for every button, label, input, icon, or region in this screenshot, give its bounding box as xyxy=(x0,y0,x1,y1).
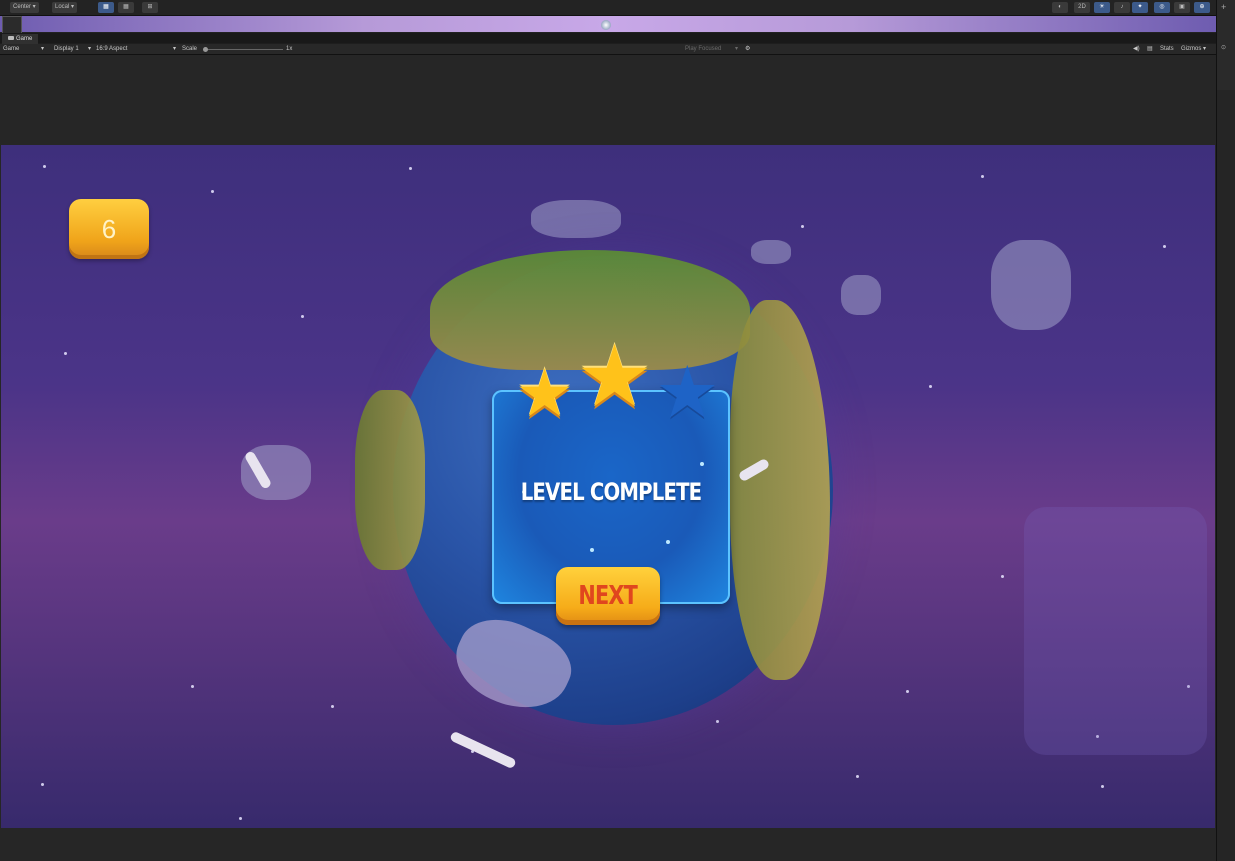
background-star xyxy=(906,690,909,693)
level-complete-title: LEVEL COMPLETE xyxy=(520,478,702,506)
effects-icon[interactable]: ✦ xyxy=(1132,2,1148,13)
background-star xyxy=(41,783,44,786)
scale-label: Scale xyxy=(182,46,198,52)
view-2d-toggle[interactable]: 2D xyxy=(1074,2,1090,13)
sparkle xyxy=(666,540,670,544)
background-star xyxy=(64,352,67,355)
background-star xyxy=(1001,575,1004,578)
background-star xyxy=(409,167,412,170)
background-star xyxy=(331,705,334,708)
pivot-rotation-dropdown[interactable]: Local ▾ xyxy=(52,2,78,13)
play-mode-dropdown[interactable]: Play Focused xyxy=(685,44,721,55)
shading-mode-icon[interactable]: ◐ xyxy=(1052,2,1068,13)
background-star xyxy=(43,165,46,168)
background-star xyxy=(191,685,194,688)
background-star xyxy=(856,775,859,778)
cloud xyxy=(841,275,881,315)
background-star xyxy=(1101,785,1104,788)
background-star xyxy=(929,385,932,388)
scale-slider-handle[interactable] xyxy=(203,47,208,52)
cloud xyxy=(991,240,1071,330)
camera-icon[interactable]: ▣ xyxy=(1174,2,1190,13)
rating-star-empty-icon: ★ xyxy=(655,353,720,433)
cloud xyxy=(531,200,621,238)
rating-star-icon: ★ xyxy=(576,329,654,425)
faded-background-panel xyxy=(1024,507,1207,755)
scene-thumbnail[interactable] xyxy=(2,16,22,34)
game-controller-icon xyxy=(8,36,14,41)
scale-slider-track[interactable] xyxy=(207,49,283,50)
hidden-objects-icon[interactable]: ◎ xyxy=(1154,2,1170,13)
next-button[interactable]: NEXT xyxy=(556,567,660,625)
scene-toolbar: Center ▾ Local ▾ ▦ ▦ ⊞ ◐ 2D ☀ ♪ ✦ ◎ ▣ ⊕ xyxy=(0,0,1235,16)
right-dock-panel: + ⊙ xyxy=(1216,0,1235,861)
audio-icon[interactable]: ♪ xyxy=(1114,2,1130,13)
background-star xyxy=(981,175,984,178)
ruler-icon[interactable]: ⊞ xyxy=(142,2,158,13)
background-star xyxy=(301,315,304,318)
scene-view-strip xyxy=(0,16,1216,33)
chevron-down-icon: ▾ xyxy=(735,46,739,52)
planet-landmass xyxy=(355,390,425,570)
chevron-down-icon: ▾ xyxy=(41,46,45,52)
cloud xyxy=(751,240,791,264)
scene-orientation-gizmo[interactable] xyxy=(601,20,611,30)
pivot-mode-dropdown[interactable]: Center ▾ xyxy=(10,2,39,13)
background-star xyxy=(716,720,719,723)
view-type-dropdown[interactable]: Game xyxy=(3,44,19,55)
rating-star-icon: ★ xyxy=(515,356,575,430)
tab-bar xyxy=(0,33,1216,43)
stats-icon[interactable]: ▤ xyxy=(1147,44,1153,55)
scale-value: 1x xyxy=(286,46,293,52)
unity-editor-window: Center ▾ Local ▾ ▦ ▦ ⊞ ◐ 2D ☀ ♪ ✦ ◎ ▣ ⊕ … xyxy=(0,0,1235,861)
gizmo-toggle-icon[interactable]: ⊕ xyxy=(1194,2,1210,13)
level-number-badge: 6 xyxy=(69,199,149,259)
aspect-dropdown[interactable]: 16:9 Aspect xyxy=(96,44,127,55)
plus-icon[interactable]: + xyxy=(1221,2,1226,12)
tab-game[interactable]: Game xyxy=(2,34,39,44)
display-dropdown[interactable]: Display 1 xyxy=(54,44,79,55)
speaker-icon[interactable]: ◀) xyxy=(1133,44,1140,55)
sparkle xyxy=(590,548,594,552)
chevron-down-icon: ▾ xyxy=(173,46,177,52)
background-star xyxy=(239,817,242,820)
sparkle xyxy=(700,462,704,466)
lock-icon[interactable]: ⊙ xyxy=(1221,44,1226,51)
gear-icon[interactable]: ⚙ xyxy=(745,44,750,55)
gizmos-dropdown[interactable]: Gizmos ▾ xyxy=(1181,44,1206,55)
background-star xyxy=(211,190,214,193)
stats-button[interactable]: Stats xyxy=(1160,44,1174,55)
dock-panel-body xyxy=(1217,90,1235,861)
background-star xyxy=(801,225,804,228)
lighting-icon[interactable]: ☀ xyxy=(1094,2,1110,13)
grid-icon[interactable]: ▦ xyxy=(118,2,134,13)
snap-grid-icon[interactable]: ▦ xyxy=(98,2,114,13)
game-view-controls: Game ▾ Display 1 ▾ 16:9 Aspect ▾ Scale 1… xyxy=(0,44,1216,55)
chevron-down-icon: ▾ xyxy=(88,46,92,52)
background-star xyxy=(1163,245,1166,248)
